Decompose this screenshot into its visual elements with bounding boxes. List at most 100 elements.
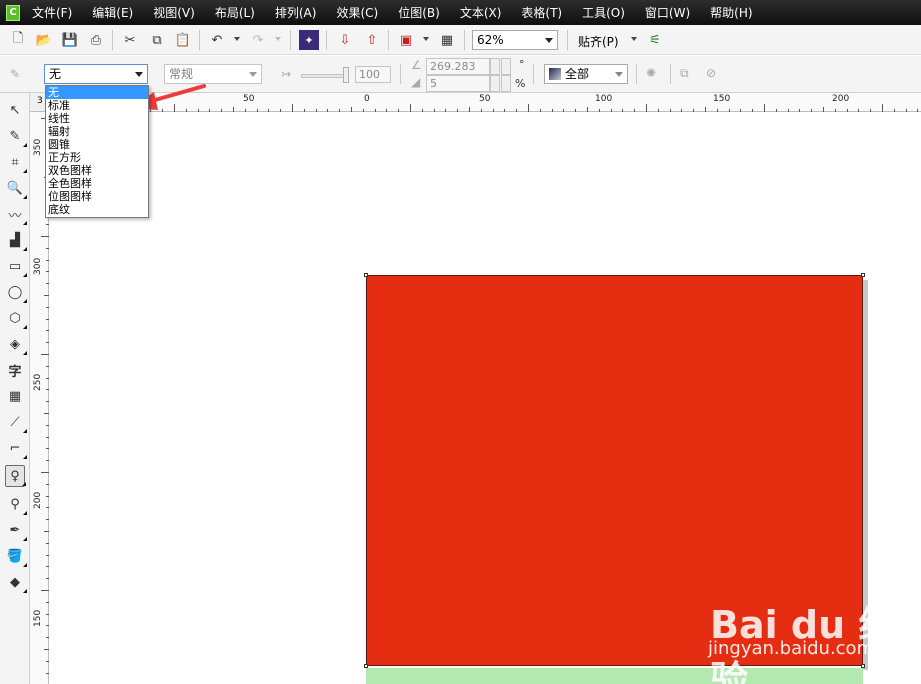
ruler-tick (551, 109, 553, 112)
zoom-level-combo[interactable]: 62% (472, 30, 558, 50)
menu-table[interactable]: 表格(T) (521, 4, 562, 21)
smart-fill-tool-icon[interactable]: ▟ (5, 229, 27, 251)
edge-spinner-alt[interactable] (501, 75, 511, 92)
open-icon[interactable]: 📂 (34, 30, 54, 50)
dropdown-item-standard[interactable]: 标准 (46, 99, 148, 112)
menu-bitmaps[interactable]: 位图(B) (398, 4, 440, 21)
ruler-tick (386, 109, 388, 112)
menu-file[interactable]: 文件(F) (32, 4, 72, 21)
interactive-fill-tool-icon[interactable]: ◆ (5, 571, 27, 593)
menu-effects[interactable]: 效果(C) (336, 4, 378, 21)
transparency-value-field[interactable]: 100 (355, 66, 391, 83)
ruler-tick (46, 613, 49, 615)
new-document-icon[interactable]: 🗋 (8, 30, 28, 50)
undo-icon[interactable]: ↶ (207, 30, 227, 50)
transparency-slider-track[interactable] (301, 74, 346, 78)
application-launcher-icon[interactable]: ▣ (396, 30, 416, 50)
ruler-tick (657, 109, 659, 112)
undo-dropdown-icon[interactable] (234, 37, 240, 41)
dropdown-item-conical[interactable]: 圆锥 (46, 138, 148, 151)
menu-text[interactable]: 文本(X) (460, 4, 502, 21)
options-icon[interactable]: ⚟ (645, 30, 665, 50)
snap-to-button[interactable]: 贴齐(P) (578, 33, 619, 50)
transparency-slider-thumb[interactable] (343, 67, 349, 83)
eyedropper-tool-icon[interactable]: ⚲ (5, 493, 27, 515)
text-tool-icon[interactable]: 字 (5, 359, 25, 381)
shape-tool-icon[interactable]: ✎ (5, 125, 27, 147)
ruler-tick (46, 660, 49, 662)
angle-spinner[interactable] (490, 58, 500, 75)
rectangle-tool-icon[interactable]: ▭ (5, 255, 27, 277)
redo-icon[interactable]: ↷ (248, 30, 268, 50)
ruler-tick (846, 109, 848, 112)
menu-help[interactable]: 帮助(H) (710, 4, 752, 21)
search-content-icon[interactable]: ✦ (299, 30, 319, 50)
redo-dropdown-icon[interactable] (275, 37, 281, 41)
menu-edit[interactable]: 编辑(E) (92, 4, 133, 21)
ruler-tick (764, 104, 765, 112)
menu-tools[interactable]: 工具(O) (582, 4, 625, 21)
outline-pen-tool-icon[interactable]: ✒ (5, 519, 27, 541)
ruler-tick (46, 483, 49, 485)
transparency-tool-icon[interactable]: ♀ (5, 465, 26, 487)
save-icon[interactable]: 💾 (60, 30, 80, 50)
menu-view[interactable]: 视图(V) (153, 4, 195, 21)
ruler-tick (46, 601, 49, 603)
dropdown-item-texture[interactable]: 底纹 (46, 203, 148, 216)
snap-dropdown-icon[interactable] (631, 37, 637, 41)
fill-tool-icon[interactable]: 🪣 (5, 545, 27, 567)
polygon-tool-icon[interactable]: ⬡ (5, 307, 27, 329)
dropdown-item-none[interactable]: 无 (46, 86, 148, 99)
pick-tool-icon[interactable]: ↖ (5, 99, 25, 121)
dropdown-item-linear[interactable]: 线性 (46, 112, 148, 125)
crop-tool-icon[interactable]: ⌗ (5, 151, 27, 173)
copy-icon[interactable]: ⧉ (147, 30, 167, 50)
selection-handle[interactable] (364, 664, 368, 668)
dropdown-item-bitmap-pattern[interactable]: 位图图样 (46, 190, 148, 203)
ruler-tick (528, 104, 529, 112)
selection-handle[interactable] (861, 273, 865, 277)
export-icon[interactable]: ⇧ (362, 30, 382, 50)
cut-icon[interactable]: ✂ (120, 30, 140, 50)
ruler-tick (811, 109, 813, 112)
dropdown-item-radial[interactable]: 辐射 (46, 125, 148, 138)
menu-window[interactable]: 窗口(W) (645, 4, 690, 21)
apply-to-combo[interactable]: 全部 (544, 64, 628, 84)
ruler-tick (41, 590, 49, 591)
ruler-tick (292, 104, 293, 112)
welcome-screen-icon[interactable]: ▦ (437, 30, 457, 50)
freehand-tool-icon[interactable]: 〰 (5, 203, 27, 225)
menu-layout[interactable]: 布局(L) (215, 4, 255, 21)
ruler-tick (598, 109, 600, 112)
angle-field[interactable]: 269.283 (426, 58, 490, 75)
dropdown-item-full-color-pattern[interactable]: 全色图样 (46, 177, 148, 190)
edge-spinner[interactable] (490, 75, 500, 92)
ruler-tick (46, 259, 49, 261)
ruler-tick (587, 107, 588, 112)
print-icon[interactable]: ⎙ (86, 30, 106, 50)
ruler-tick (46, 625, 49, 627)
menu-arrange[interactable]: 排列(A) (275, 4, 317, 21)
import-icon[interactable]: ⇩ (335, 30, 355, 50)
ruler-tick (327, 109, 329, 112)
zoom-tool-icon[interactable]: 🔍 (5, 177, 27, 199)
dimension-tool-icon[interactable]: ⟋ (5, 411, 27, 433)
ruler-h-label: 150 (713, 94, 731, 104)
basic-shapes-tool-icon[interactable]: ◈ (5, 333, 27, 355)
ruler-tick (622, 109, 624, 112)
ruler-tick (893, 109, 895, 112)
ruler-tick (339, 109, 341, 112)
angle-spinner-alt[interactable] (501, 58, 511, 75)
dropdown-item-square[interactable]: 正方形 (46, 151, 148, 164)
ruler-tick (46, 519, 49, 521)
dropdown-item-two-color-pattern[interactable]: 双色图样 (46, 164, 148, 177)
paste-icon[interactable]: 📋 (173, 30, 193, 50)
launcher-dropdown-icon[interactable] (423, 37, 429, 41)
table-tool-icon[interactable]: ▦ (5, 385, 25, 407)
connector-tool-icon[interactable]: ⌐ (5, 437, 27, 459)
gradient-swatch-icon (549, 68, 561, 80)
selection-handle[interactable] (364, 273, 368, 277)
edge-pad-field[interactable]: 5 (426, 75, 490, 92)
ellipse-tool-icon[interactable]: ◯ (5, 281, 27, 303)
ruler-tick (44, 295, 49, 296)
